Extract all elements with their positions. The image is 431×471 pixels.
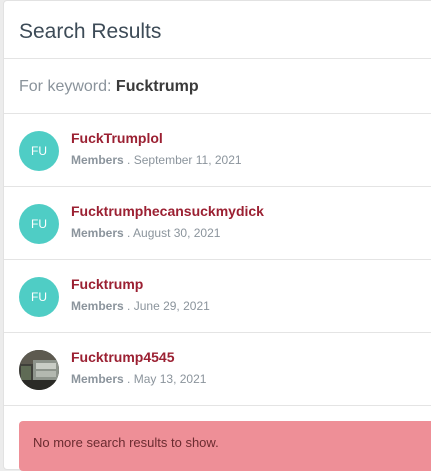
result-row[interactable]: FU Fucktrump Members . June 29, 2021 <box>4 260 431 333</box>
avatar[interactable]: FU <box>19 204 59 244</box>
notice-text: No more search results to show. <box>33 435 219 450</box>
avatar[interactable]: FU <box>19 277 59 317</box>
panel-header: Search Results <box>4 1 431 59</box>
avatar-photo-icon <box>19 350 59 390</box>
result-title-link[interactable]: Fucktrump4545 <box>71 349 174 365</box>
keyword-summary: For keyword: Fucktrump <box>4 59 431 114</box>
result-meta: Members . May 13, 2021 <box>71 372 206 386</box>
result-meta: Members . June 29, 2021 <box>71 299 210 313</box>
result-date: September 11, 2021 <box>133 153 242 167</box>
meta-separator: . <box>127 299 131 313</box>
keyword-value: Fucktrump <box>115 78 199 95</box>
result-category: Members <box>71 299 124 313</box>
result-date: August 30, 2021 <box>133 226 221 240</box>
avatar[interactable]: FU <box>19 131 59 171</box>
meta-separator: . <box>127 153 131 167</box>
result-category: Members <box>71 153 124 167</box>
result-title-link[interactable]: Fucktrumphecansuckmydick <box>71 203 264 219</box>
result-title-link[interactable]: FuckTrumplol <box>71 130 163 146</box>
no-more-results-notice: No more search results to show. <box>19 421 431 471</box>
result-row[interactable]: FU Fucktrumphecansuckmydick Members . Au… <box>4 187 431 260</box>
result-meta: Members . August 30, 2021 <box>71 226 220 240</box>
meta-separator: . <box>127 372 131 386</box>
result-row[interactable]: Fucktrump4545 Members . May 13, 2021 <box>4 333 431 406</box>
search-results-panel: Search Results For keyword: Fucktrump FU… <box>3 0 431 471</box>
result-date: May 13, 2021 <box>133 372 207 386</box>
meta-separator: . <box>127 226 131 240</box>
result-category: Members <box>71 372 124 386</box>
keyword-line: For keyword: Fucktrump <box>19 78 199 96</box>
result-title-link[interactable]: Fucktrump <box>71 276 143 292</box>
result-meta: Members . September 11, 2021 <box>71 153 242 167</box>
keyword-label: For keyword: <box>19 78 112 95</box>
result-date: June 29, 2021 <box>133 299 210 313</box>
result-row[interactable]: FU FuckTrumplol Members . September 11, … <box>4 114 431 187</box>
avatar[interactable] <box>19 350 59 390</box>
page-title: Search Results <box>19 20 162 43</box>
result-category: Members <box>71 226 124 240</box>
